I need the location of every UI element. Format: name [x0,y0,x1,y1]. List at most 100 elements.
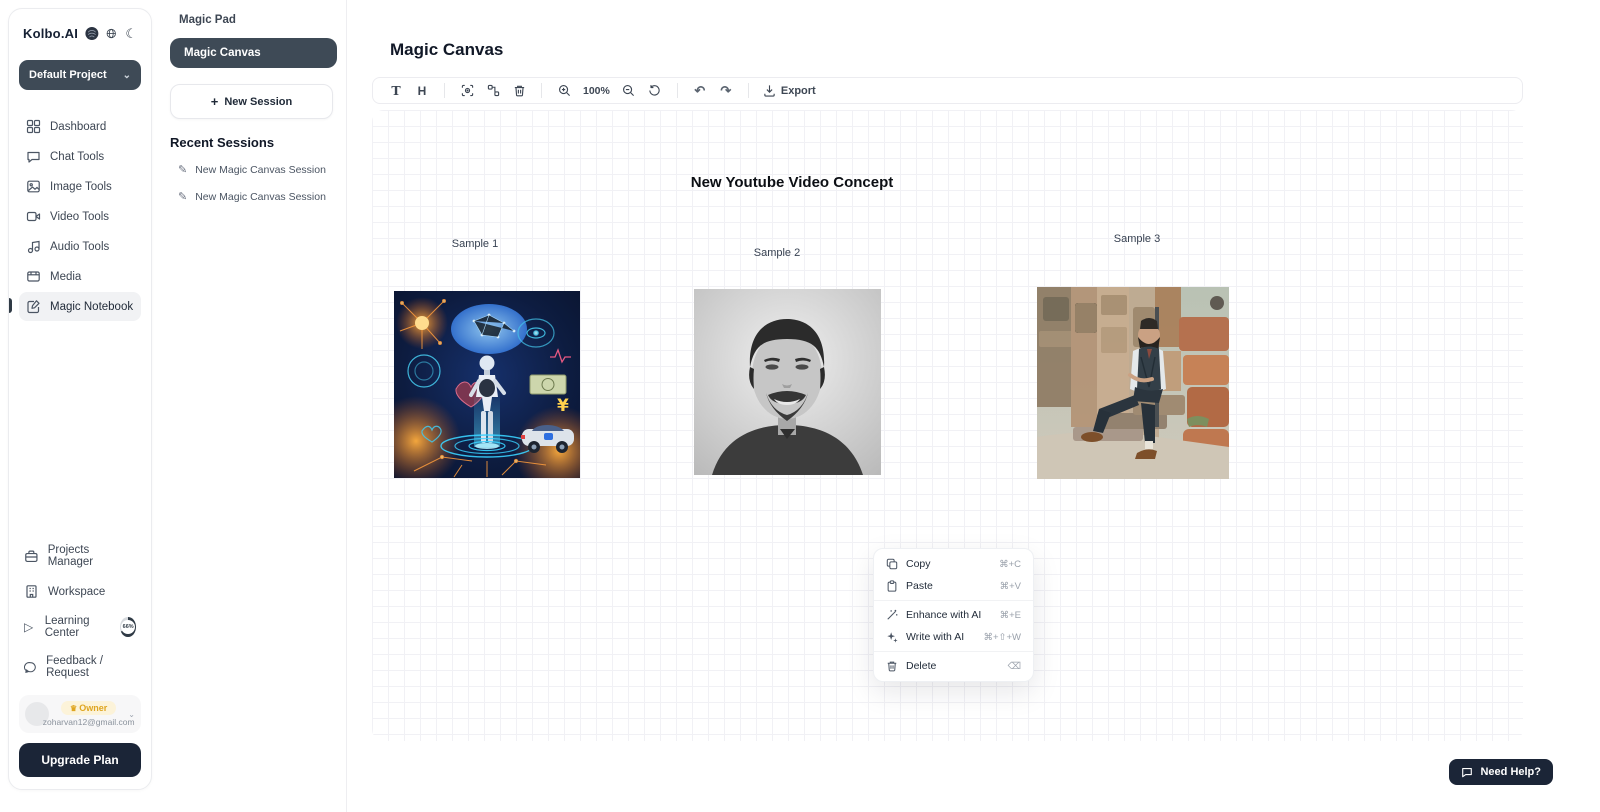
help-chat-icon [1461,766,1473,778]
context-item-shortcut: ⌘+⇧+W [983,632,1021,643]
copy-icon [886,558,898,570]
feedback-bubble-icon [24,660,37,675]
undo-button[interactable]: ↶ [689,80,711,101]
sidebar-item-label: Learning Center [45,615,110,639]
context-menu: Copy ⌘+C Paste ⌘+V Enhance with AI ⌘+E [873,548,1034,682]
sample-3-label[interactable]: Sample 3 [1114,233,1160,245]
sidebar-item-chat-tools[interactable]: Chat Tools [19,142,141,171]
play-icon: ▷ [24,620,36,635]
dark-mode-moon-icon[interactable]: ☾ [125,27,137,40]
session-title: New Magic Canvas Session [195,164,326,176]
need-help-button[interactable]: Need Help? [1449,759,1553,785]
canvas-heading-text[interactable]: New Youtube Video Concept [691,174,894,191]
upgrade-plan-button[interactable]: Upgrade Plan [19,743,141,777]
sample-2-label[interactable]: Sample 2 [754,247,800,259]
sidebar-item-video-tools[interactable]: Video Tools [19,202,141,231]
redo-button[interactable]: ↷ [715,80,737,101]
context-item-label: Copy [906,558,931,570]
clipboard-icon [886,580,898,592]
canvas-image-ai-robot[interactable]: ¥ [394,291,580,478]
flow-connector-icon [487,84,500,97]
sidebar-item-label: Video Tools [50,211,109,223]
context-item-shortcut: ⌫ [1008,661,1021,672]
context-item-label: Paste [906,580,933,592]
sidebar-item-media[interactable]: Media [19,262,141,291]
tab-magic-pad[interactable]: Magic Pad [155,0,346,26]
context-menu-paste[interactable]: Paste ⌘+V [874,575,1033,597]
user-chevron-icon: ⌄ [128,710,135,719]
primary-sidebar: Kolbo.AI ☾ Default Project ⌄ Dashboard C… [8,8,152,790]
context-menu-divider [874,600,1033,601]
context-menu-divider [874,651,1033,652]
context-item-label: Delete [906,660,936,672]
sidebar-item-label: Feedback / Request [46,655,136,679]
context-menu-enhance-ai[interactable]: Enhance with AI ⌘+E [874,604,1033,626]
new-session-button[interactable]: + New Session [170,84,333,119]
sidebar-bottom: Projects Manager Workspace ▷ Learning Ce… [19,536,141,777]
context-menu-delete[interactable]: Delete ⌫ [874,655,1033,677]
user-account-card[interactable]: ♛ Owner zoharvan12@gmail.com ⌄ [19,695,141,733]
sidebar-item-magic-notebook[interactable]: Magic Notebook [19,292,141,321]
sidebar-item-feedback-request[interactable]: Feedback / Request [19,647,141,687]
sidebar-item-audio-tools[interactable]: Audio Tools [19,232,141,261]
owner-badge: ♛ Owner [61,701,116,715]
magic-canvas-grid[interactable]: New Youtube Video Concept Sample 1 Sampl… [372,110,1523,741]
zoom-out-icon [622,84,635,97]
language-globe-icon[interactable] [106,27,117,40]
heading-tool-button[interactable]: H [411,80,433,101]
new-session-label: New Session [224,96,292,108]
connector-tool-button[interactable] [482,80,504,101]
trash-icon [886,660,898,672]
reset-view-button[interactable] [644,80,666,101]
brain-logo-icon [85,25,99,42]
briefcase-icon [24,549,39,564]
tab-magic-canvas[interactable]: Magic Canvas [170,38,337,68]
sparkles-icon [886,631,898,643]
ai-scan-icon [461,84,474,97]
sidebar-item-dashboard[interactable]: Dashboard [19,112,141,141]
owner-badge-label: Owner [79,703,107,713]
toolbar-divider [444,83,445,98]
sidebar-item-image-tools[interactable]: Image Tools [19,172,141,201]
sidebar-item-workspace[interactable]: Workspace [19,576,141,607]
zoom-in-button[interactable] [553,80,575,101]
session-list-item[interactable]: ✎ New Magic Canvas Session [155,183,346,210]
session-list-item[interactable]: ✎ New Magic Canvas Session [155,156,346,183]
context-item-shortcut: ⌘+C [999,559,1021,570]
export-label: Export [781,85,816,97]
context-menu-write-ai[interactable]: Write with AI ⌘+⇧+W [874,626,1033,648]
ai-select-tool-button[interactable] [456,80,478,101]
canvas-image-man-on-ruins[interactable] [1037,287,1229,479]
context-item-label: Enhance with AI [906,609,981,621]
trash-icon [513,84,526,97]
notebook-pen-icon [26,299,41,314]
image-icon [26,179,41,194]
sidebar-item-learning-center[interactable]: ▷ Learning Center 66% [19,607,141,647]
sidebar-item-label: Dashboard [50,121,106,133]
sidebar-item-projects-manager[interactable]: Projects Manager [19,536,141,576]
context-item-label: Write with AI [906,631,964,643]
brand-logo: Kolbo.AI [23,26,78,41]
zoom-out-button[interactable] [618,80,640,101]
media-icon [26,269,41,284]
project-selector[interactable]: Default Project ⌄ [19,60,141,90]
rotate-reset-icon [648,84,661,97]
learning-progress-value: 66% [121,620,135,634]
context-menu-copy[interactable]: Copy ⌘+C [874,553,1033,575]
pencil-icon: ✎ [178,190,187,203]
canvas-image-bw-portrait[interactable] [694,289,881,475]
music-note-icon [26,239,41,254]
sidebar-item-label: Workspace [48,586,105,598]
dashboard-icon [26,119,41,134]
export-button[interactable]: Export [760,80,819,101]
sidebar-nav: Dashboard Chat Tools Image Tools Video T… [19,112,141,321]
text-tool-button[interactable]: T [385,80,407,101]
chat-icon [26,149,41,164]
context-item-shortcut: ⌘+E [1000,610,1021,621]
recent-sessions-heading: Recent Sessions [170,135,346,150]
sidebar-item-label: Chat Tools [50,151,104,163]
delete-tool-button[interactable] [508,80,530,101]
svg-text:¥: ¥ [557,396,569,416]
toolbar-divider [748,83,749,98]
sample-1-label[interactable]: Sample 1 [452,238,498,250]
